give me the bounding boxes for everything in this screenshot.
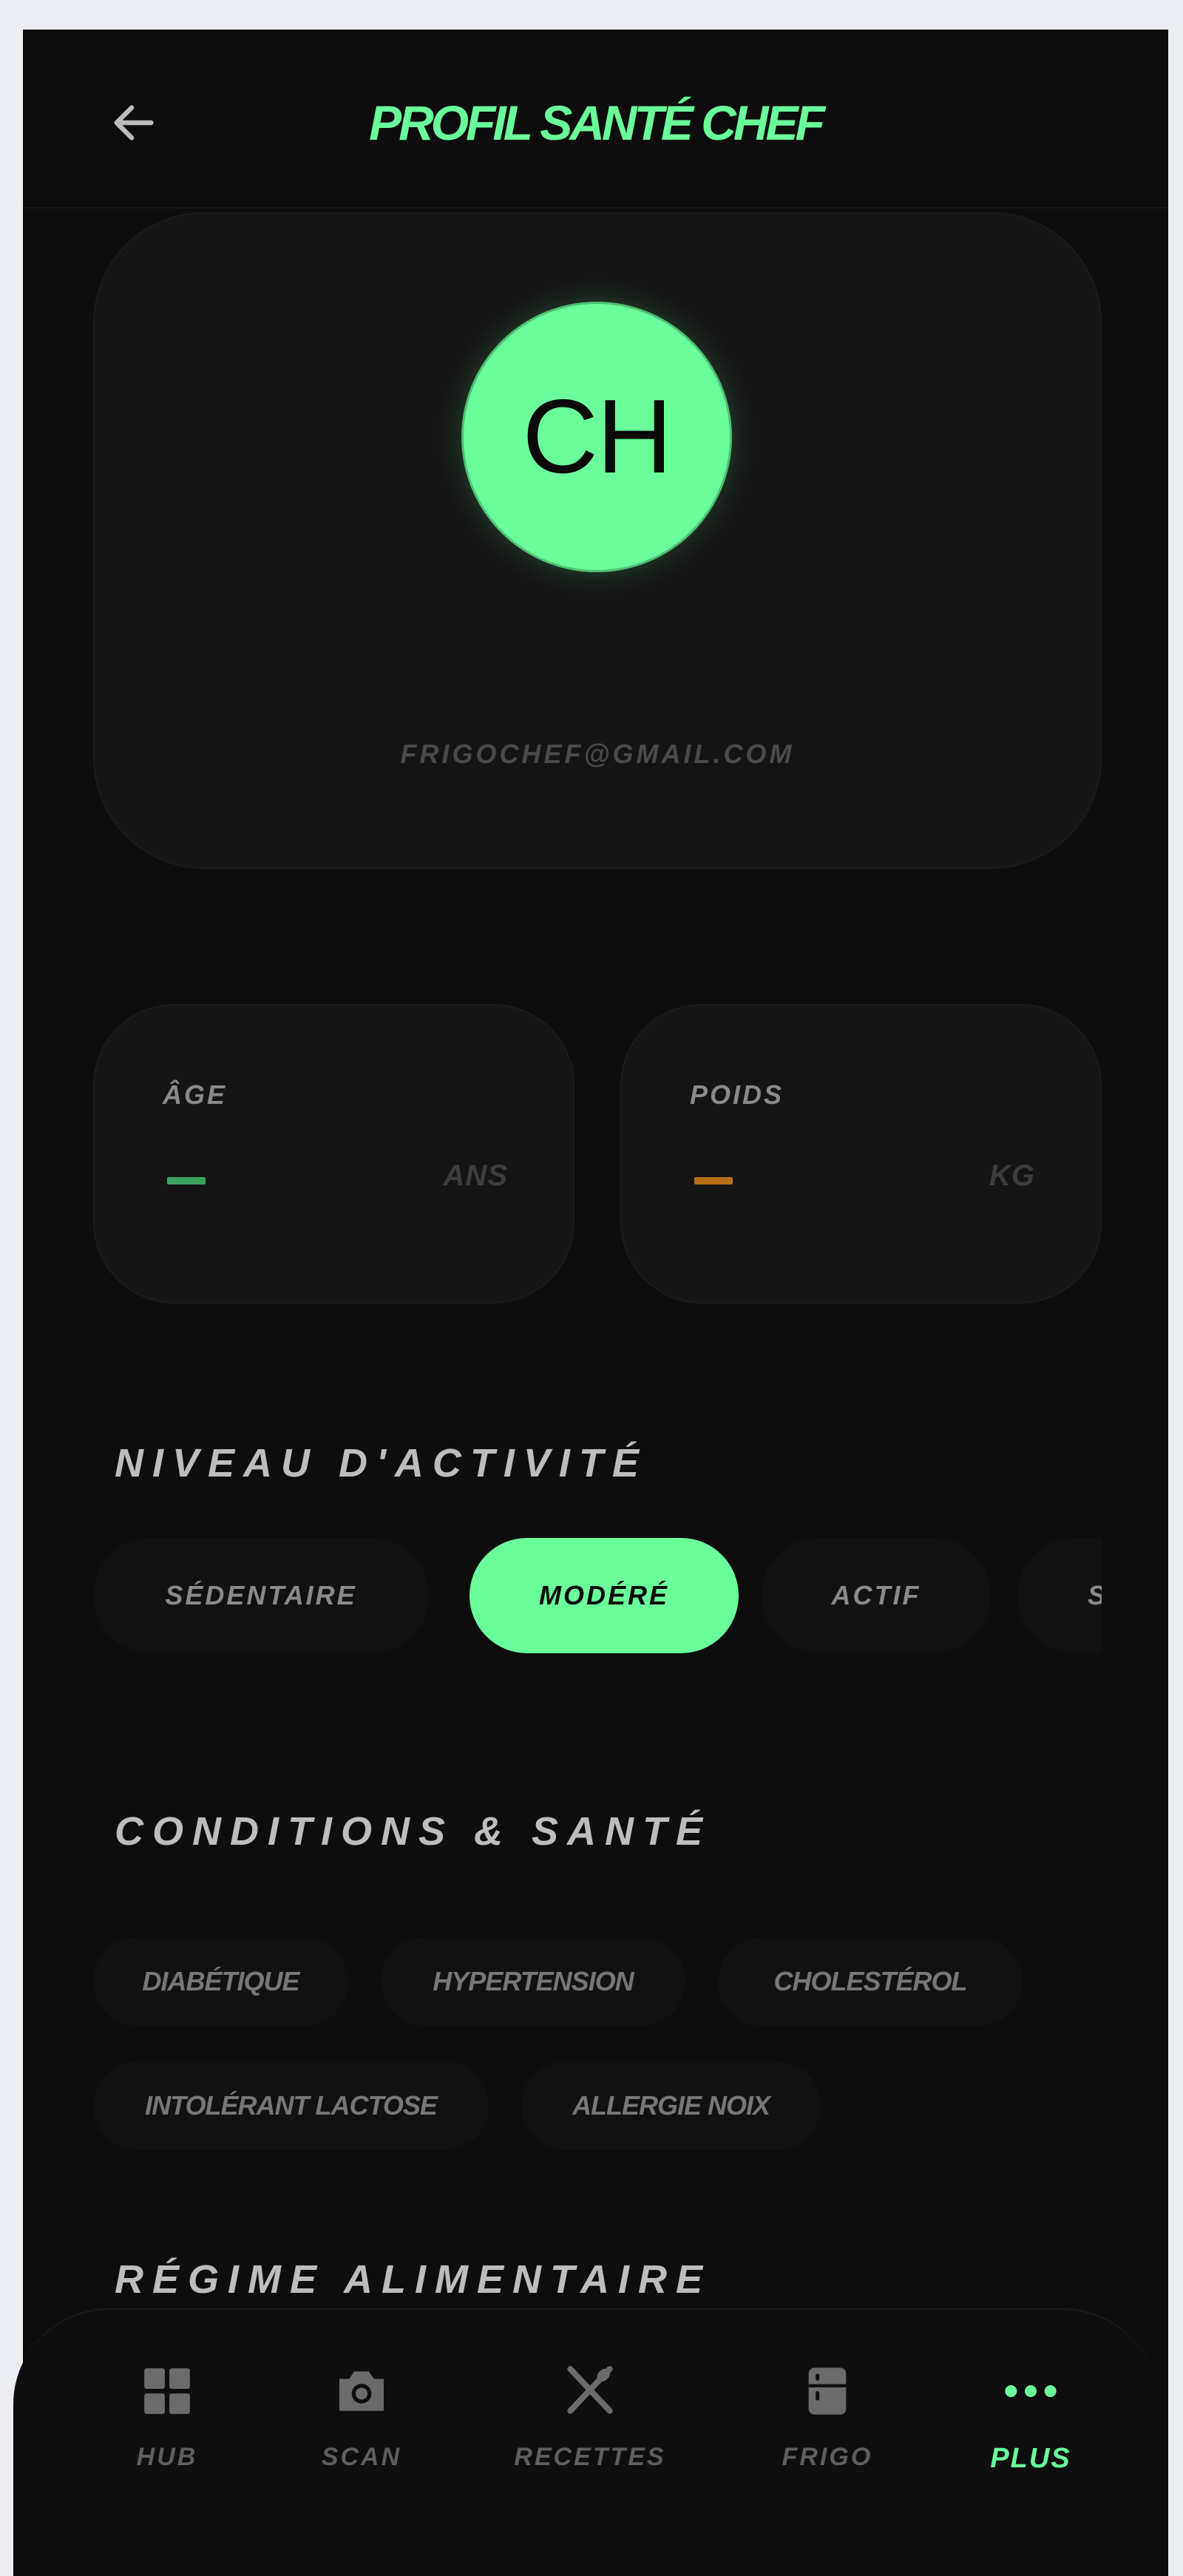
nav-item-scan[interactable]: SCAN <box>280 2362 443 2495</box>
nav-label-recettes: RECETTES <box>514 2443 666 2471</box>
avatar[interactable]: CH <box>461 302 732 572</box>
nav-label-scan: SCAN <box>321 2443 402 2471</box>
age-value-placeholder <box>167 1177 206 1184</box>
age-unit: ANS <box>443 1159 508 1192</box>
app-screen: PROFIL SANTÉ CHEF CH FRIGOCHEF@GMAIL.COM… <box>23 30 1168 2576</box>
weight-label: POIDS <box>690 1079 784 1110</box>
weight-value-placeholder <box>694 1177 733 1184</box>
nav-item-frigo[interactable]: FRIGO <box>746 2362 909 2495</box>
condition-tag-allergie-noix[interactable]: ALLERGIE NOIX <box>521 2061 821 2150</box>
age-label: ÂGE <box>163 1079 228 1110</box>
conditions-section-title: CONDITIONS & SANTÉ <box>115 1809 712 1854</box>
activity-chip-modere[interactable]: MODÉRÉ <box>470 1538 739 1653</box>
nav-item-plus[interactable]: PLUS <box>949 2362 1112 2495</box>
activity-chip-actif[interactable]: ACTIF <box>762 1538 991 1653</box>
nav-item-recettes[interactable]: RECETTES <box>509 2362 671 2495</box>
condition-tag-diabetique[interactable]: DIABÉTIQUE <box>93 1937 348 2026</box>
weight-unit: KG <box>989 1159 1035 1192</box>
nav-label-hub: HUB <box>136 2443 198 2471</box>
page-title: PROFIL SANTÉ CHEF <box>369 95 825 150</box>
profile-email: FRIGOCHEF@GMAIL.COM <box>400 739 795 769</box>
utensils-icon <box>560 2362 620 2421</box>
weight-card[interactable]: POIDS KG <box>620 1004 1102 1304</box>
nav-label-plus: PLUS <box>990 2443 1071 2474</box>
camera-icon <box>332 2362 391 2421</box>
bottom-navigation: HUB SCAN RECETTES FRIGO PLUS <box>13 2308 1159 2576</box>
condition-tag-hypertension[interactable]: HYPERTENSION <box>381 1937 685 2026</box>
profile-card: CH FRIGOCHEF@GMAIL.COM <box>93 212 1102 869</box>
diet-section-title: RÉGIME ALIMENTAIRE <box>115 2257 711 2302</box>
top-bar: PROFIL SANTÉ CHEF <box>23 30 1168 209</box>
activity-section-title: NIVEAU D'ACTIVITÉ <box>115 1441 648 1485</box>
activity-chip-sportif[interactable]: SPORTIF <box>1017 1538 1102 1653</box>
nav-item-hub[interactable]: HUB <box>86 2362 248 2495</box>
condition-tag-intolerant-lactose[interactable]: INTOLÉRANT LACTOSE <box>93 2061 489 2150</box>
more-icon <box>1001 2362 1060 2421</box>
grid-icon <box>138 2362 197 2421</box>
condition-tag-cholesterol[interactable]: CHOLESTÉROL <box>718 1937 1023 2026</box>
activity-selector: SÉDENTAIRE MODÉRÉ ACTIF SPORTIF <box>93 1538 1102 1656</box>
fridge-icon <box>798 2362 857 2421</box>
nav-label-frigo: FRIGO <box>782 2443 873 2471</box>
activity-chip-sedentaire[interactable]: SÉDENTAIRE <box>93 1538 429 1653</box>
age-card[interactable]: ÂGE ANS <box>93 1004 574 1304</box>
